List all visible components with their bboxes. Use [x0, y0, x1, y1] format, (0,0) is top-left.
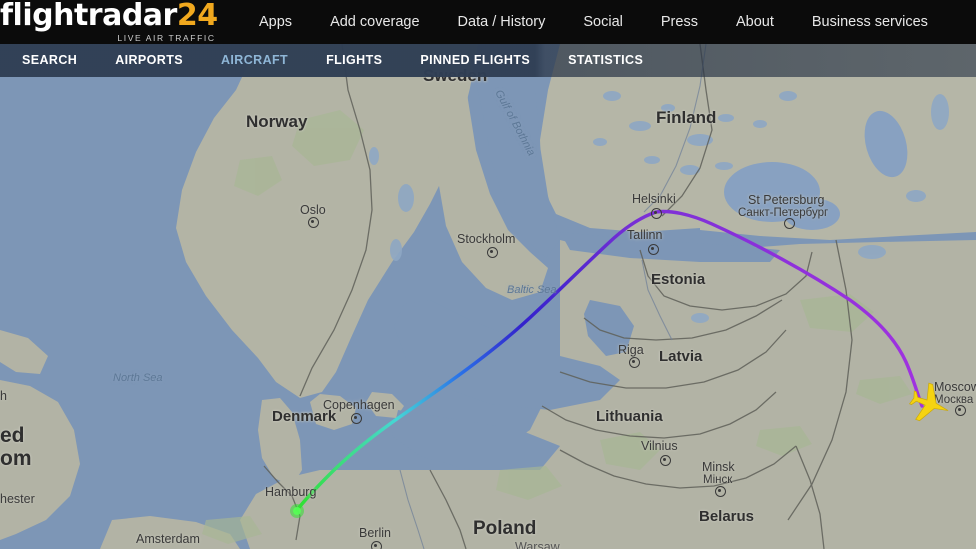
subnav-item-flights[interactable]: FLIGHTS	[307, 44, 401, 77]
site-logo[interactable]: flightradar24 LIVE AIR TRAFFIC	[0, 0, 218, 44]
map-terrain	[0, 0, 976, 549]
city-dot-helsinki	[651, 208, 662, 219]
city-dot-berlin	[371, 541, 382, 549]
primary-nav: Apps Add coverage Data / History Social …	[240, 0, 947, 44]
city-dot-riga	[629, 357, 640, 368]
subnav-item-aircraft[interactable]: AIRCRAFT	[202, 44, 307, 77]
city-dot-moscow	[955, 405, 966, 416]
city-dot-tallinn	[648, 244, 659, 255]
city-dot-vilnius	[660, 455, 671, 466]
nav-business-services[interactable]: Business services	[793, 0, 947, 44]
city-dot-st-petersburg	[784, 218, 795, 229]
subnav-item-pinned-flights[interactable]: PINNED FLIGHTS	[401, 44, 549, 77]
map-canvas[interactable]: Norway Sweden Finland Estonia Latvia Lit…	[0, 0, 976, 549]
city-dot-copenhagen	[351, 413, 362, 424]
logo-text-yellow: 24	[176, 0, 218, 33]
subnav-item-statistics[interactable]: STATISTICS	[549, 44, 662, 77]
secondary-nav: SEARCH AIRPORTS AIRCRAFT FLIGHTS PINNED …	[0, 44, 976, 77]
subnav-item-search[interactable]: SEARCH	[0, 44, 96, 77]
flightradar24-page: Norway Sweden Finland Estonia Latvia Lit…	[0, 0, 976, 549]
logo-wordmark: flightradar24	[0, 1, 218, 31]
nav-social[interactable]: Social	[564, 0, 642, 44]
subnav-item-airports[interactable]: AIRPORTS	[96, 44, 202, 77]
nav-press[interactable]: Press	[642, 0, 717, 44]
nav-apps[interactable]: Apps	[240, 0, 311, 44]
city-dot-oslo	[308, 217, 319, 228]
top-header-bar: flightradar24 LIVE AIR TRAFFIC Apps Add …	[0, 0, 976, 44]
nav-data-history[interactable]: Data / History	[439, 0, 565, 44]
logo-text-white: flightradar	[0, 0, 177, 33]
logo-tagline: LIVE AIR TRAFFIC	[117, 33, 216, 43]
city-dot-stockholm	[487, 247, 498, 258]
city-dot-minsk	[715, 486, 726, 497]
nav-add-coverage[interactable]: Add coverage	[311, 0, 438, 44]
nav-about[interactable]: About	[717, 0, 793, 44]
